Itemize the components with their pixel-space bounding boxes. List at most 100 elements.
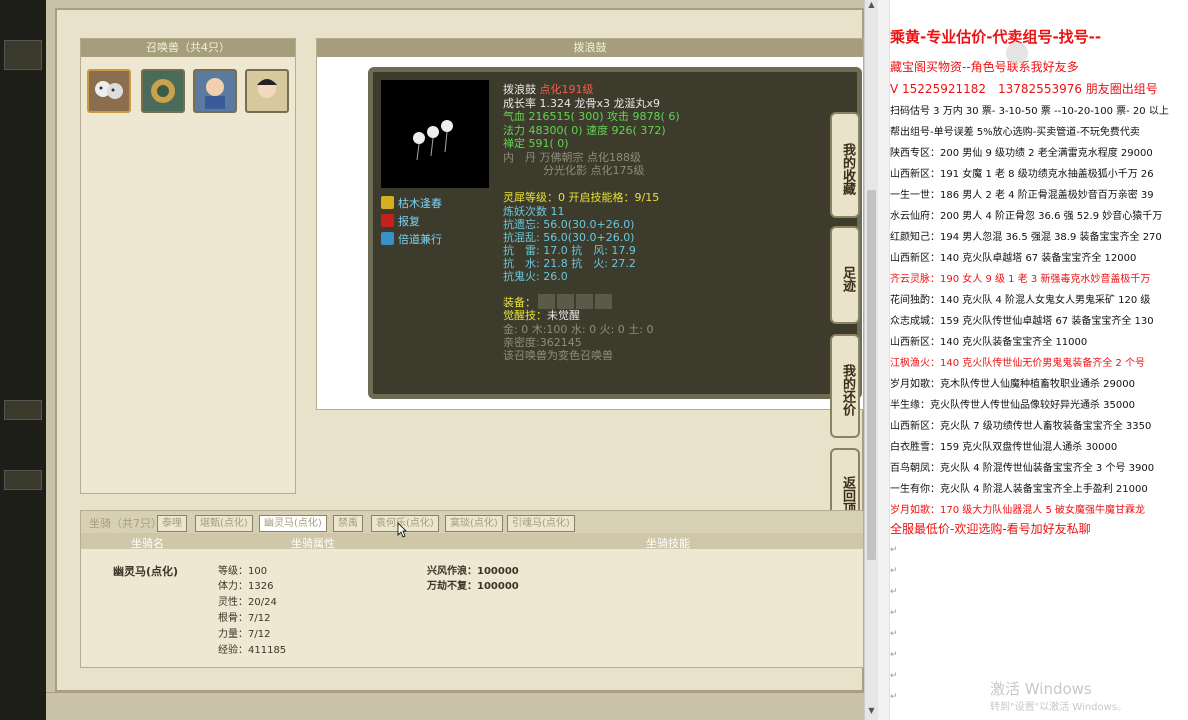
doc-row: 众志成城：159 克火队传世仙卓越塔 67 装备宝宝齐全 130 [890,316,1154,327]
doc-line: V 15225921182 13782553976 朋友圈出组号 [890,82,1158,96]
pet-name-line: 拨浪鼓 点化191级 [503,84,594,96]
summon-avatar-2[interactable] [141,69,185,113]
doc-row: 陕西专区：200 男仙 9 级功绩 2 老全满雷克水程度 29000 [890,148,1153,159]
drum-pet-icon [413,120,453,161]
pet-skill-1[interactable]: 枯木逢春 [381,196,442,212]
doc-row: 百鸟朝凤：克火队 4 阶混传世仙装备宝宝齐全 3 个号 3900 [890,463,1155,474]
pet-refine-count: 炼妖次数 11 [503,205,565,218]
pet-elements: 金: 0 木:100 水: 0 火: 0 土: 0 [503,323,654,336]
pilcrow-mark: ↵ [890,608,898,618]
mount-tab-6[interactable]: 寞琰(点化) [445,515,503,532]
side-tab-history[interactable]: 足迹 [830,226,860,324]
summon-detail-title: 拨浪鼓 [317,39,863,57]
col-mount-attrs: 坐骑属性 [291,537,335,550]
mount-tab-7[interactable]: 引魂马(点化) [507,515,575,532]
pet-info-tooltip: 拨浪鼓 点化191级 成长率 1.324 龙骨x3 龙涎丸x9 气血 21651… [368,67,862,399]
doc-title: 乘黄-专业估价-代卖组号-找号-- [890,28,1102,46]
mouse-pointer-icon [397,522,407,538]
col-mount-name: 坐骑名 [131,537,164,550]
mount-tab-4[interactable]: 禁禹 [333,515,363,532]
equip-slot-1[interactable] [538,294,555,309]
floating-assistant-icon[interactable] [1006,42,1028,64]
page-scrollbar[interactable]: ▲ ▼ [864,0,878,720]
doc-row: 山西新区：191 女魔 1 老 8 级功绩克水抽盖极狐小千万 26 [890,169,1154,180]
doc-row: 岁月如歌：170 级大力队仙器混人 5 破女魔强牛魔甘霖龙 [890,505,1145,516]
doc-row: 山西新区：140 克火队装备宝宝齐全 11000 [890,337,1088,348]
pilcrow-mark: ↵ [890,629,898,639]
pet-skill-3[interactable]: 倍道兼行 [381,232,442,248]
pet-equip-line: 装备： [503,294,612,309]
activation-watermark-hint: 转到"设置"以激活 Windows。 [990,702,1128,713]
summon-avatar-1[interactable] [87,69,131,113]
doc-row: 江枫渔火：140 克火队传世仙无价男鬼鬼装备齐全 2 个号 [890,358,1145,369]
doc-line: 帮出组号-单号误差 5%放心选购-买卖管道-不玩免费代卖 [890,127,1140,138]
mount-attr: 体力：1326 [218,581,274,592]
side-tab-my-offers[interactable]: 我的还价 [830,334,860,438]
equip-slot-4[interactable] [595,294,612,309]
pilcrow-mark: ↵ [890,671,898,681]
speed-icon [381,232,394,245]
mount-attr: 力量：7/12 [218,629,271,640]
summon-avatar-4[interactable] [245,69,289,113]
crown-icon [381,196,394,209]
strip-block [4,470,42,490]
doc-row: 花间独酌：140 克火队 4 阶混人女鬼女人男鬼采矿 120 级 [890,295,1151,306]
pet-level-tag: 点化191级 [539,83,594,96]
pilcrow-mark: ↵ [890,566,898,576]
pet-skill-2[interactable]: 报复 [381,214,420,230]
activation-watermark-title: 激活 Windows [990,680,1092,698]
pet-hp-attack: 气血 216515( 300) 攻击 9878( 6) [503,110,680,123]
mount-tab-1[interactable]: 泰哩 [157,515,187,532]
doc-row: 半生缘：克火队传世人传世仙品像较好异光通杀 35000 [890,400,1135,411]
scroll-up-arrow-icon[interactable]: ▲ [865,0,878,14]
doc-row: 山西新区：克火队 7 级功绩传世人畜牧装备宝宝齐全 3350 [890,421,1152,432]
mount-panel: 坐骑（共7只） 泰哩 堪甄(点化) 幽灵马(点化) 禁禹 袁何乐(点化) 寞琰(… [80,510,864,668]
pilcrow-mark: ↵ [890,587,898,597]
pet-resist-chaos: 抗混乱: 56.0(30.0+26.0) [503,231,635,244]
mount-attr: 等级：100 [218,566,268,577]
doc-row: 岁月如歌：克木队传世人仙魔种植畜牧职业通杀 29000 [890,379,1135,390]
left-taskbar-strip [0,0,46,720]
pet-resist-water-fire: 抗 水: 21.8 抗 火: 27.2 [503,257,636,270]
mount-tab-3[interactable]: 幽灵马(点化) [259,515,327,532]
doc-row: 水云仙府：200 男人 4 阶正骨忽 36.6 强 52.9 妙音心猿千万 [890,211,1163,222]
pet-growth: 成长率 1.324 龙骨x3 龙涎丸x9 [503,97,660,110]
mount-name: 幽灵马(点化) [113,565,179,578]
pet-core-2: 分光化影 点化175级 [543,164,645,177]
mount-column-header: 坐骑名 坐骑属性 坐骑技能 [81,533,863,550]
summon-list-panel: 召唤兽（共4只） [80,38,296,494]
mount-tab-2[interactable]: 堪甄(点化) [195,515,253,532]
pet-awaken-line: 觉醒技：未觉醒 [503,309,580,322]
col-mount-skills: 坐骑技能 [646,537,690,550]
pet-zen: 禅定 591( 0) [503,137,569,150]
doc-row: 白衣胜雪：159 克火队双盘传世仙混人通杀 30000 [890,442,1118,453]
scroll-down-arrow-icon[interactable]: ▼ [865,706,878,720]
scroll-thumb[interactable] [867,190,876,560]
doc-row: 齐云灵脉：190 女人 9 级 1 老 3 新强毒克水妙音盖极千万 [890,274,1151,285]
doc-row: 红颜知己：194 男人忽混 36.5 强混 38.9 装备宝宝齐全 270 [890,232,1162,243]
mount-tab-bar: 坐骑（共7只） 泰哩 堪甄(点化) 幽灵马(点化) 禁禹 袁何乐(点化) 寞琰(… [81,511,863,533]
equip-slot-2[interactable] [557,294,574,309]
game-bottom-bar [46,692,864,720]
document-pane: 乘黄-专业估价-代卖组号-找号-- 藏宝阁买物资--角色号联系我好友多 V 15… [878,0,1188,720]
strip-block [4,400,42,420]
equip-slot-3[interactable] [576,294,593,309]
pilcrow-mark: ↵ [890,650,898,660]
doc-line: 藏宝阁买物资--角色号联系我好友多 [890,60,1079,74]
pet-resist-forget: 抗遗忘: 56.0(30.0+26.0) [503,218,635,231]
pet-portrait [381,80,489,188]
pet-mp-speed: 法力 48300( 0) 速度 926( 372) [503,124,666,137]
side-tab-favorites[interactable]: 我的收藏 [830,112,860,218]
document-left-margin [878,0,890,720]
mount-attr: 经验：411185 [218,645,287,656]
mount-count: 坐骑（共7只） [89,517,162,530]
summon-avatar-3[interactable] [193,69,237,113]
pet-name: 拨浪鼓 [503,83,536,96]
doc-row: 一生有你：克火队 4 阶混人装备宝宝齐全上手盈利 21000 [890,484,1148,495]
pet-portrait-icon [257,79,277,98]
pet-resist-thunder-wind: 抗 雷: 17.0 抗 风: 17.9 [503,244,636,257]
pet-lingxi: 灵犀等级：0 开启技能格：9/15 [503,191,660,204]
doc-row: 山西新区：140 克火队卓越塔 67 装备宝宝齐全 12000 [890,253,1137,264]
drum-pet-icon [95,81,123,99]
summon-list-title: 召唤兽（共4只） [81,39,295,57]
